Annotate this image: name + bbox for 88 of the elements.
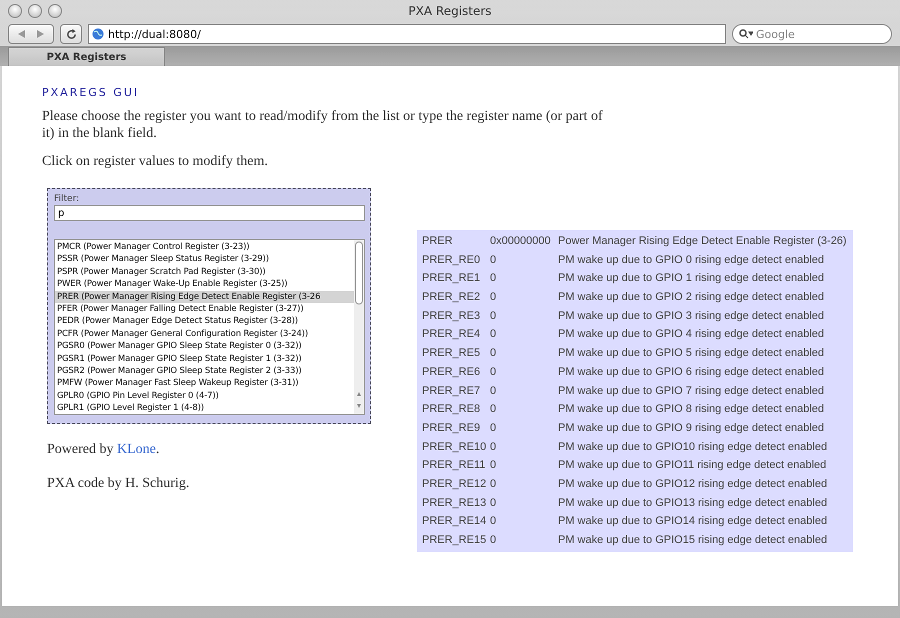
- register-value[interactable]: 0: [490, 382, 558, 400]
- register-option[interactable]: PCFR (Power Manager General Configuration Register (3-24)): [55, 328, 354, 340]
- register-name: PRER_RE4: [422, 327, 482, 342]
- zoom-window-icon[interactable]: [48, 4, 62, 18]
- register-description: PM wake up due to GPIO 5 rising edge detect enabled: [558, 346, 825, 362]
- register-name: PRER_RE12: [422, 476, 488, 492]
- register-option[interactable]: PMCR (Power Manager Control Register (3-23)): [55, 241, 354, 254]
- register-option[interactable]: PGSR1 (Power Manager GPIO Sleep State Register 1 (3-32)): [55, 352, 354, 365]
- register-name: PRER_RE8: [422, 402, 482, 418]
- register-value[interactable]: 0: [490, 438, 558, 456]
- register-option[interactable]: PSPR (Power Manager Scratch Pad Register (3-30)): [55, 266, 354, 278]
- register-name: PRER_RE2: [422, 290, 482, 306]
- register-value[interactable]: 0: [490, 494, 558, 512]
- register-description: PM wake up due to GPIO14 rising edge detect enabled: [558, 514, 828, 530]
- register-value[interactable]: 0: [490, 344, 558, 363]
- register-option[interactable]: PGSR2 (Power Manager GPIO Sleep State Register 2 (3-33)): [55, 364, 354, 378]
- register-name: PRER_RE10: [422, 440, 488, 455]
- register-option[interactable]: PGSR0 (Power Manager GPIO Sleep State Register 0 (3-32)): [55, 340, 354, 353]
- credit-text: Powered by KLone.: [47, 442, 160, 458]
- register-value[interactable]: 0: [490, 418, 558, 438]
- reload-icon: [66, 28, 76, 40]
- register-option[interactable]: PEDR (Power Manager Edge Detect Status Register (3-28)): [55, 315, 354, 328]
- register-value[interactable]: 0: [490, 288, 558, 307]
- register-value[interactable]: 0: [490, 269, 558, 288]
- register-option[interactable]: PWER (Power Manager Wake-Up Enable Register (3-25)): [55, 278, 354, 291]
- back-forward-arrows-icon: [16, 29, 46, 39]
- register-description: PM wake up due to GPIO 3 rising edge detect enabled: [558, 308, 825, 324]
- register-option[interactable]: PMFW (Power Manager Fast Sleep Wakeup Register (3-31)): [55, 377, 354, 390]
- register-option[interactable]: GPLR0 (GPIO Pin Level Register 0 (4-7)): [55, 390, 354, 402]
- register-description: PM wake up due to GPIO15 rising edge detect enabled: [558, 533, 828, 548]
- register-name: PRER_RE3: [422, 308, 482, 324]
- register-description: PM wake up due to GPIO 7 rising edge detect enabled: [558, 384, 825, 398]
- register-option[interactable]: GPLR1 (GPIO Level Register 1 (4-8)): [55, 402, 354, 414]
- register-name: PRER_RE7: [422, 384, 482, 398]
- page-heading: PXAREGS GUI: [42, 86, 140, 99]
- globe-icon: [92, 28, 104, 40]
- back-forward-button[interactable]: [8, 24, 54, 44]
- register-name: PRER: [422, 234, 454, 249]
- register-value[interactable]: 0: [490, 362, 558, 382]
- register-value[interactable]: 0: [490, 474, 558, 494]
- window-title: PXA Registers: [408, 4, 492, 18]
- register-option[interactable]: PRER (Power Manager Rising Edge Detect Enable Register (3-26: [55, 290, 354, 303]
- register-value[interactable]: 0x00000000: [490, 232, 558, 251]
- register-value[interactable]: 0: [490, 456, 558, 475]
- register-list[interactable]: [54, 239, 365, 415]
- search-field[interactable]: Google: [732, 24, 892, 44]
- register-name: PRER_RE14: [422, 514, 488, 530]
- register-description: PM wake up due to GPIO 0 rising edge detect enabled: [558, 252, 825, 268]
- filter-label: Filter:: [54, 194, 80, 204]
- reload-button[interactable]: [60, 24, 82, 44]
- register-description: PM wake up due to GPIO13 rising edge detect enabled: [558, 496, 828, 511]
- register-description: PM wake up due to GPIO10 rising edge detect enabled: [558, 440, 828, 455]
- register-description: PM wake up due to GPIO 8 rising edge detect enabled: [558, 402, 825, 418]
- scrollbar[interactable]: [354, 240, 364, 414]
- register-value[interactable]: 0: [490, 531, 558, 550]
- register-name: PRER_RE0: [422, 252, 482, 268]
- register-name: PRER_RE1: [422, 271, 482, 286]
- register-name: PRER_RE9: [422, 420, 482, 436]
- minimize-window-icon[interactable]: [28, 4, 42, 18]
- register-value[interactable]: 0: [490, 512, 558, 531]
- address-field[interactable]: http://dual:8080/: [88, 24, 726, 44]
- register-description: PM wake up due to GPIO11 rising edge detect enabled: [558, 458, 828, 474]
- register-description: PM wake up due to GPIO 4 rising edge detect enabled: [558, 327, 825, 342]
- register-description: Power Manager Rising Edge Detect Enable Register (3-26): [558, 234, 847, 249]
- register-description: PM wake up due to GPIO12 rising edge detect enabled: [558, 476, 828, 492]
- register-description: PM wake up due to GPIO 2 rising edge detect enabled: [558, 290, 825, 306]
- register-option[interactable]: PSSR (Power Manager Sleep Status Register (3-29)): [55, 253, 354, 266]
- register-name: PRER_RE13: [422, 496, 488, 511]
- register-description: PM wake up due to GPIO 1 rising edge detect enabled: [558, 271, 825, 286]
- register-value[interactable]: 0: [490, 306, 558, 326]
- credit-text: PXA code by H. Schurig.: [47, 476, 190, 492]
- filter-field[interactable]: p: [54, 205, 365, 221]
- register-name: PRER_RE5: [422, 346, 482, 362]
- instruction-text: Please choose the register you want to read/modify from the list or type the register name (or part of it) in the blank field.: [42, 108, 604, 142]
- register-value[interactable]: 0: [490, 250, 558, 270]
- browser-tab[interactable]: PXA Registers: [8, 47, 165, 66]
- register-name: PRER_RE15: [422, 533, 488, 548]
- close-window-icon[interactable]: [8, 4, 22, 18]
- register-value[interactable]: 0: [490, 325, 558, 344]
- register-description: PM wake up due to GPIO 9 rising edge detect enabled: [558, 420, 825, 436]
- register-value[interactable]: 0: [490, 400, 558, 419]
- register-option[interactable]: PFER (Power Manager Falling Detect Enable Register (3-27)): [55, 302, 354, 316]
- klone-link[interactable]: KLone: [117, 442, 156, 457]
- register-description: PM wake up due to GPIO 6 rising edge detect enabled: [558, 364, 825, 380]
- register-name: PRER_RE6: [422, 364, 482, 380]
- register-name: PRER_RE11: [422, 458, 486, 474]
- instruction-text: Click on register values to modify them.: [42, 153, 269, 170]
- search-icon: [739, 29, 753, 39]
